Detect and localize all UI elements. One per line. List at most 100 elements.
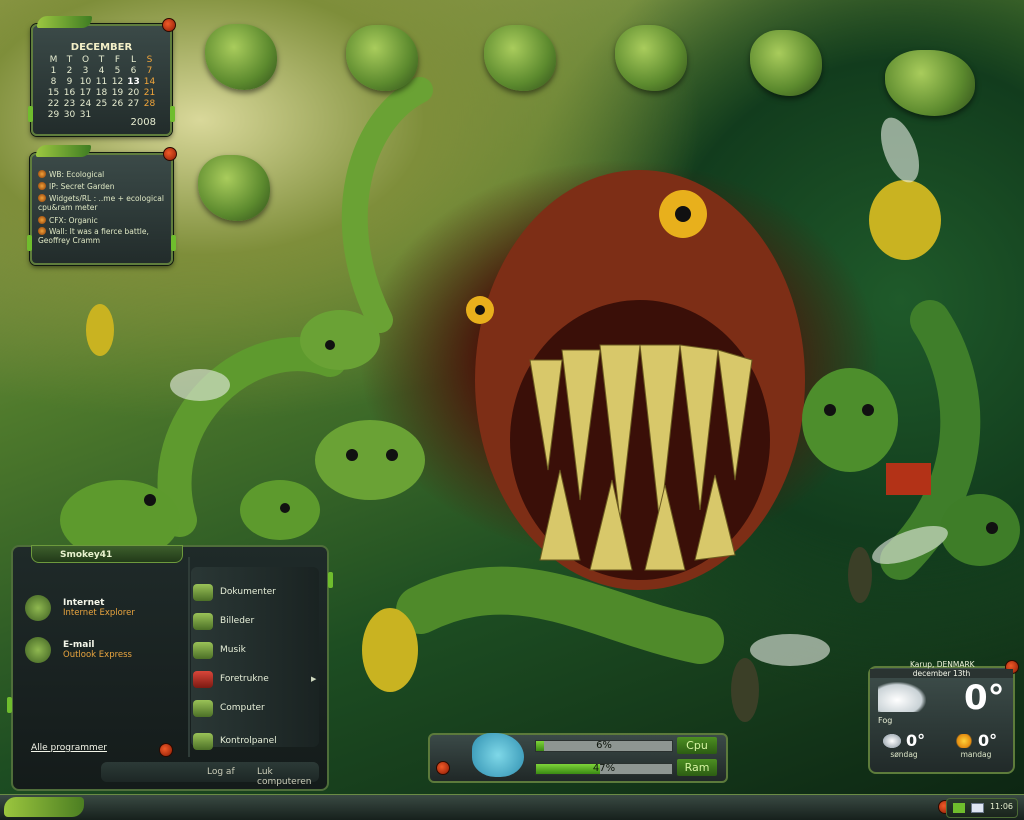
pinned-email[interactable]: E-mail Outlook Express (25, 637, 132, 663)
bullet-icon (38, 170, 46, 178)
pinned-title: E-mail (63, 640, 95, 650)
bullet-icon (38, 227, 46, 236)
day: 14 (143, 77, 156, 87)
today: 13 (127, 77, 140, 87)
calendar-week: 12 34 56 7 (46, 66, 158, 77)
credit-item: WB: Ecological (38, 169, 171, 181)
cpu-ram-meter: 6% 47% Cpu Ram (428, 733, 728, 783)
credit-item: Wall: It was a fierce battle, Geoffrey C… (38, 227, 149, 246)
mail-icon[interactable] (971, 803, 984, 813)
music-icon (193, 641, 213, 659)
calendar-year: 2008 (130, 117, 156, 128)
weekday: S (146, 55, 153, 65)
place-music[interactable]: Musik (193, 640, 246, 660)
documents-icon (193, 583, 213, 601)
gadget-handle[interactable] (28, 106, 33, 122)
ladybug-icon (159, 743, 173, 757)
pinned-subtitle: Internet Explorer (63, 608, 135, 618)
pinned-subtitle: Outlook Express (63, 650, 132, 660)
day: 21 (143, 88, 156, 98)
day: 25 (95, 99, 108, 109)
forecast-temp: 0° (905, 731, 926, 750)
cpu-label: Cpu (677, 737, 717, 754)
pictures-icon (193, 612, 213, 630)
gadget-handle[interactable] (170, 106, 175, 122)
weekday: T (98, 55, 105, 65)
day: 1 (50, 66, 57, 76)
clock[interactable]: 11:06 (990, 802, 1013, 811)
day: 10 (79, 77, 92, 87)
day: 11 (95, 77, 108, 87)
forecast-day: 0° mandag (948, 730, 1004, 759)
butterfly-icon (472, 733, 524, 777)
day: 16 (63, 88, 76, 98)
logoff-button[interactable]: Log af (207, 767, 235, 777)
ram-label: Ram (677, 759, 717, 776)
weather-gadget: Karup, DENMARK december 13th 0° Fog 0° s… (868, 660, 1019, 774)
gadget-handle[interactable] (27, 235, 32, 251)
calendar-week: 22 23 24 25 26 27 28 (46, 99, 158, 110)
place-documents[interactable]: Dokumenter (193, 582, 276, 602)
credit-item: IP: Secret Garden (38, 181, 171, 193)
day: 30 (63, 110, 76, 120)
place-control-panel[interactable]: Kontrolpanel (193, 731, 277, 751)
ladybug-icon (163, 147, 177, 161)
day: 24 (79, 99, 92, 109)
forecast-day: 0° søndag (876, 730, 932, 759)
network-icon[interactable] (953, 803, 965, 813)
start-footer: Log af Luk computeren (101, 762, 319, 787)
day: 15 (47, 88, 60, 98)
weekday: F (114, 55, 121, 65)
all-programs-button[interactable]: Alle programmer (31, 743, 107, 753)
calendar-month: DECEMBER (70, 42, 133, 53)
cpu-bar: 6% (535, 740, 673, 752)
day: 12 (111, 77, 124, 87)
credit-item: Widgets/RL : ..me + ecological cpu&ram m… (38, 193, 164, 212)
pinned-internet[interactable]: Internet Internet Explorer (25, 595, 135, 621)
place-computer[interactable]: Computer (193, 698, 265, 718)
forecast-day-name: mandag (960, 750, 992, 759)
day: 6 (130, 66, 137, 76)
day: 20 (127, 88, 140, 98)
control-panel-icon (193, 732, 213, 750)
places-column: Dokumenter Billeder Musik Foretrukne ▶ C… (191, 567, 319, 750)
weather-condition: Fog (878, 716, 893, 725)
place-pictures[interactable]: Billeder (193, 611, 254, 631)
leaf-icon (37, 16, 92, 28)
birdhouse-icon (25, 637, 51, 663)
start-button[interactable] (4, 797, 84, 817)
place-favorites[interactable]: Foretrukne ▶ (193, 669, 319, 689)
cloud-icon (878, 682, 926, 712)
cpu-value: 6% (596, 740, 612, 751)
weekday: O (81, 55, 90, 65)
leaf-icon (36, 145, 91, 157)
weekday: L (130, 55, 136, 65)
bullet-icon (38, 215, 46, 224)
day: 5 (114, 66, 121, 76)
gadget-handle[interactable] (171, 235, 176, 251)
day: 17 (79, 88, 92, 98)
day: 29 (47, 110, 60, 120)
day: 18 (95, 88, 108, 98)
ram-value: 47% (592, 763, 616, 774)
day: 23 (63, 99, 76, 109)
day: 9 (66, 77, 73, 87)
shutdown-button[interactable]: Luk computeren (257, 767, 319, 787)
computer-icon (193, 699, 213, 717)
credits-gadget: WB: Ecological IP: Secret Garden Widgets… (27, 145, 177, 265)
snow-cloud-icon (882, 733, 901, 748)
day: 28 (143, 99, 156, 109)
day: 4 (98, 66, 105, 76)
day: 31 (79, 110, 92, 120)
day: 19 (111, 88, 124, 98)
menu-handle (7, 697, 12, 713)
ladybug-icon (162, 18, 176, 32)
sun-icon (954, 733, 973, 748)
calendar-gadget: DECEMBER MT OT FL S 12 34 56 7 89 10 11 1… (28, 16, 176, 136)
day: 7 (146, 66, 153, 76)
weekday: T (66, 55, 73, 65)
credit-item: CFX: Organic (38, 215, 171, 227)
menu-handle (328, 572, 333, 588)
credits-list: WB: Ecological IP: Secret Garden Widgets… (38, 169, 171, 245)
taskbar: 11:06 (0, 794, 1024, 820)
